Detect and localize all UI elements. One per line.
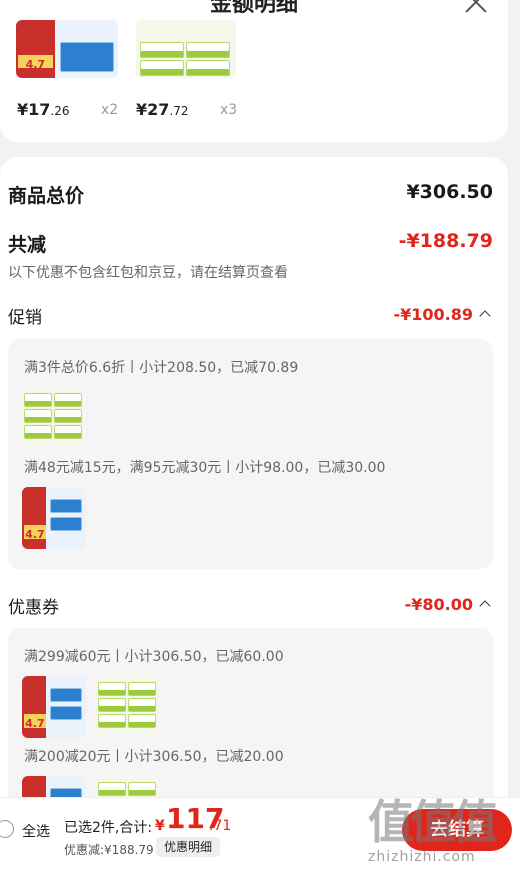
total-amount-decimal: .71 bbox=[209, 818, 232, 834]
coupon-rule: 满200减20元丨小计306.50，已减20.00 bbox=[24, 749, 284, 765]
promotion-rule: 满3件总价6.6折丨小计208.50，已减70.89 bbox=[24, 360, 299, 376]
item-price-2: ¥27.72 bbox=[136, 100, 189, 119]
sheet-title: 金额明细 bbox=[209, 0, 298, 17]
coupon-amount[interactable]: -¥80.00 bbox=[405, 595, 473, 614]
chevron-up-icon[interactable] bbox=[479, 600, 491, 612]
total-price-value: ¥306.50 bbox=[406, 181, 493, 203]
select-all-label[interactable]: 全选 bbox=[22, 821, 50, 841]
product-badge: 4.7 bbox=[24, 714, 46, 730]
discount-detail-button[interactable]: 优惠明细 bbox=[156, 837, 221, 857]
discount-note: 以下优惠不包含红包和京豆，请在结算页查看 bbox=[8, 265, 288, 281]
product-badge: 4.7 bbox=[24, 525, 46, 541]
selected-count: 已选2件,合计: bbox=[64, 820, 153, 836]
discount-summary: 优惠减:¥188.79 bbox=[64, 843, 154, 857]
checkout-bar: 全选 已选2件,合计: ¥ 117 .71 优惠减:¥188.79 优惠明细 去… bbox=[0, 797, 520, 873]
coupon-rule: 满299减60元丨小计306.50，已减60.00 bbox=[24, 649, 284, 665]
product-thumbnail-green bbox=[96, 676, 158, 734]
product-thumbnail-blue: 4.7 bbox=[22, 676, 86, 738]
product-thumbnail-green bbox=[136, 20, 236, 78]
promotion-panel: 满3件总价6.6折丨小计208.50，已减70.89 满48元减15元，满95元… bbox=[8, 339, 493, 569]
total-price-label: 商品总价 bbox=[8, 185, 85, 207]
select-all-radio[interactable] bbox=[0, 820, 14, 838]
product-thumbnail-blue: 4.7 bbox=[16, 20, 118, 78]
checkout-button[interactable]: 去结算 bbox=[402, 809, 512, 851]
total-currency: ¥ bbox=[155, 818, 165, 834]
item-qty-1: x2 bbox=[101, 102, 119, 118]
selected-items-card: 金额明细 4.7 ¥17.26 x2 ¥27.72 x3 bbox=[0, 0, 508, 142]
discount-label: 共减 bbox=[8, 234, 47, 256]
coupon-title: 优惠券 bbox=[8, 598, 59, 618]
item-price-1: ¥17.26 bbox=[17, 100, 70, 119]
product-badge: 4.7 bbox=[18, 55, 53, 71]
promotion-amount[interactable]: -¥100.89 bbox=[393, 305, 473, 324]
close-icon[interactable] bbox=[462, 0, 490, 16]
product-thumbnail-green bbox=[22, 387, 84, 445]
discount-value: -¥188.79 bbox=[398, 230, 493, 252]
amount-detail-card: 商品总价 ¥306.50 共减 -¥188.79 以下优惠不包含红包和京豆，请在… bbox=[0, 157, 508, 873]
chevron-up-icon[interactable] bbox=[479, 310, 491, 322]
product-thumbnail-blue: 4.7 bbox=[22, 487, 86, 549]
promotion-rule: 满48元减15元，满95元减30元丨小计98.00，已减30.00 bbox=[24, 460, 386, 476]
item-qty-2: x3 bbox=[220, 102, 238, 118]
promotion-title: 促销 bbox=[8, 308, 42, 328]
